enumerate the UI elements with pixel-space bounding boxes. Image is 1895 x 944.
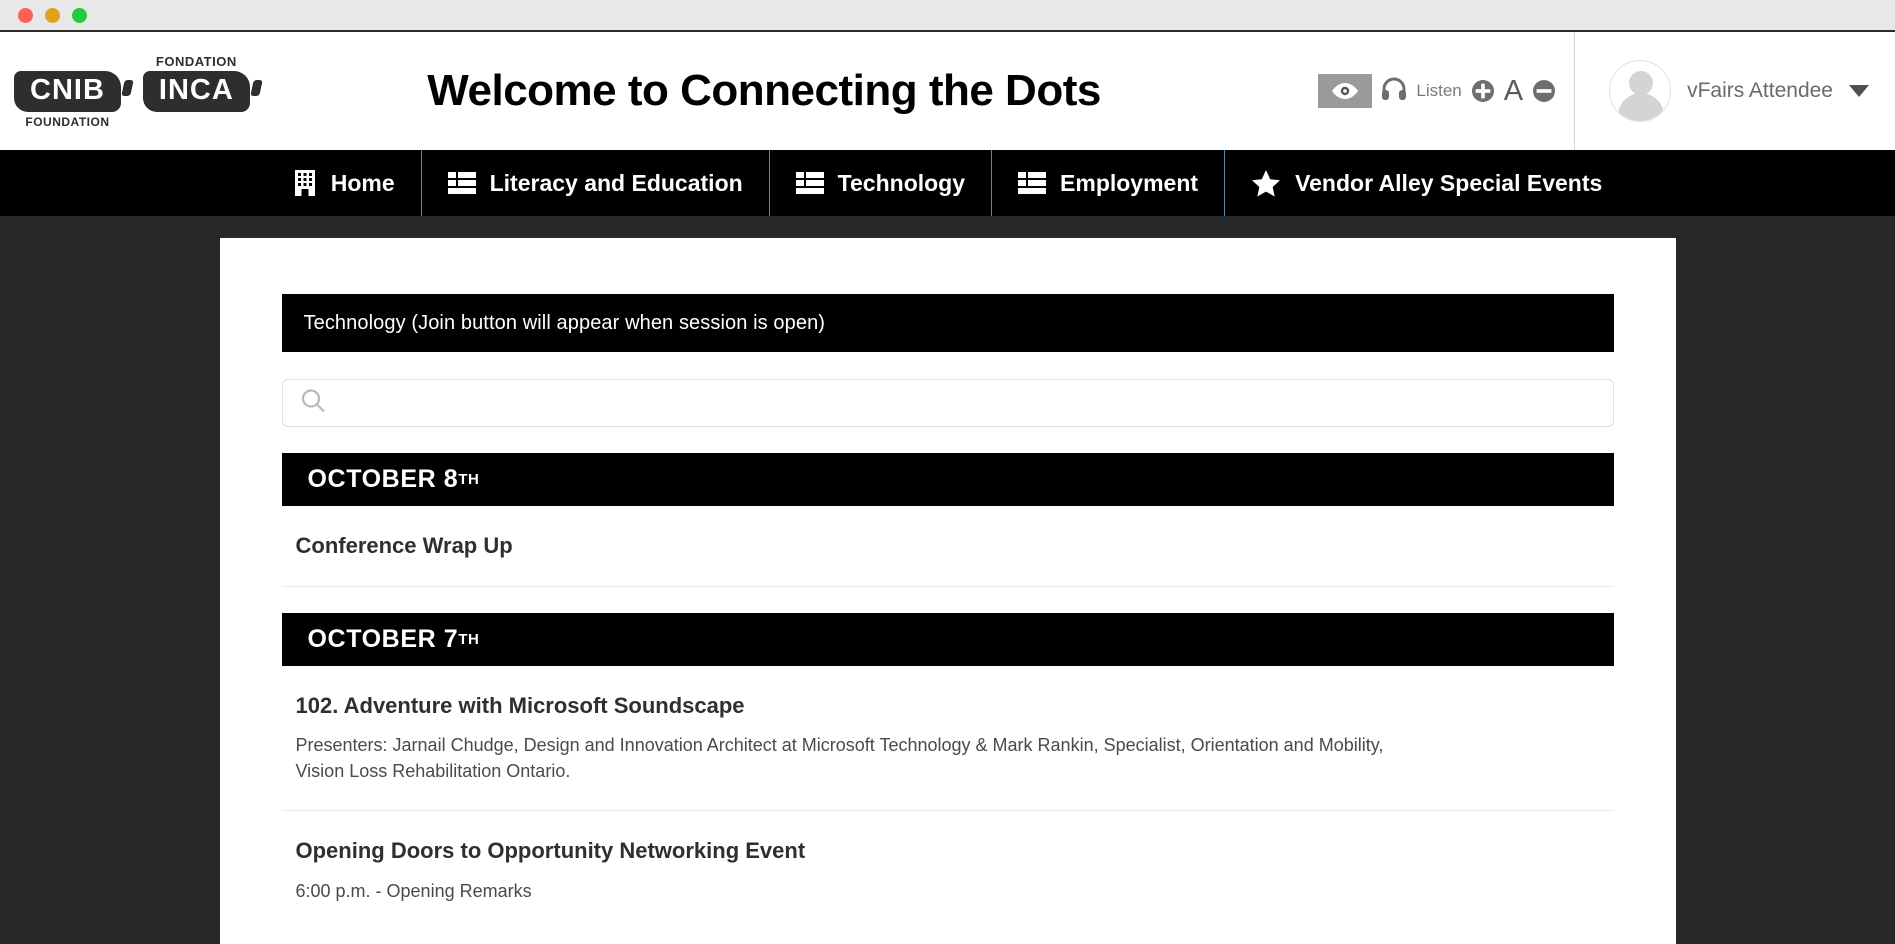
- minus-circle-icon[interactable]: [1532, 79, 1556, 103]
- nav-item-home[interactable]: Home: [267, 150, 421, 216]
- session-item[interactable]: Opening Doors to Opportunity Networking …: [282, 811, 1614, 930]
- browser-titlebar: [0, 0, 1895, 32]
- day-label: OCTOBER 8: [308, 465, 459, 494]
- session-title: Conference Wrap Up: [296, 532, 1600, 560]
- nav-item-label: Technology: [838, 170, 965, 197]
- day-label: OCTOBER 7: [308, 625, 459, 654]
- nav-item-technology[interactable]: Technology: [769, 150, 991, 216]
- listen-label[interactable]: Listen: [1416, 81, 1461, 101]
- day-ordinal-suffix: TH: [458, 471, 479, 488]
- font-size-letter[interactable]: A: [1504, 77, 1523, 106]
- chevron-down-icon[interactable]: [1849, 85, 1869, 97]
- list-icon: [448, 171, 476, 195]
- building-icon: [293, 169, 317, 197]
- inca-fondation-logo[interactable]: FONDATION INCA: [143, 54, 250, 112]
- list-icon: [1018, 171, 1046, 195]
- content-card: Technology (Join button will appear when…: [220, 238, 1676, 944]
- inca-logo-supertitle: FONDATION: [156, 54, 237, 69]
- nav-item-label: Home: [331, 170, 395, 197]
- eye-icon[interactable]: [1318, 74, 1372, 108]
- inca-logo-mark: INCA: [143, 71, 250, 112]
- section-header-technology: Technology (Join button will appear when…: [282, 294, 1614, 352]
- session-title: Opening Doors to Opportunity Networking …: [296, 837, 1600, 865]
- session-title: 102. Adventure with Microsoft Soundscape: [296, 692, 1600, 720]
- site-header: CNIB FOUNDATION FONDATION INCA Welcome t…: [0, 32, 1895, 150]
- search-input[interactable]: [282, 379, 1614, 427]
- page-title: Welcome to Connecting the Dots: [250, 66, 1319, 116]
- search-container: [282, 379, 1614, 427]
- day-header-october-8: OCTOBER 8TH: [282, 453, 1614, 506]
- user-name: vFairs Attendee: [1687, 79, 1833, 103]
- list-icon: [796, 171, 824, 195]
- nav-item-employment[interactable]: Employment: [991, 150, 1224, 216]
- nav-item-literacy-and-education[interactable]: Literacy and Education: [421, 150, 769, 216]
- minimize-window-button[interactable]: [45, 8, 60, 23]
- session-description: 6:00 p.m. - Opening Remarks: [296, 878, 1426, 904]
- user-menu[interactable]: vFairs Attendee: [1574, 32, 1895, 150]
- nav-item-label: Literacy and Education: [490, 170, 743, 197]
- avatar: [1609, 60, 1671, 122]
- session-item[interactable]: Conference Wrap Up: [282, 506, 1614, 587]
- day-ordinal-suffix: TH: [458, 631, 479, 648]
- session-item[interactable]: 102. Adventure with Microsoft Soundscape…: [282, 666, 1614, 812]
- nav-item-vendor-alley-special-events[interactable]: Vendor Alley Special Events: [1224, 150, 1628, 216]
- nav-item-label: Employment: [1060, 170, 1198, 197]
- day-header-october-7: OCTOBER 7TH: [282, 613, 1614, 666]
- accessibility-toolbar: Listen A: [1318, 74, 1574, 108]
- nav-item-label: Vendor Alley Special Events: [1295, 170, 1602, 197]
- close-window-button[interactable]: [18, 8, 33, 23]
- cnib-logo-subtitle: FOUNDATION: [25, 115, 109, 129]
- page-background: Technology (Join button will appear when…: [0, 216, 1895, 944]
- star-icon: [1251, 169, 1281, 197]
- cnib-logo-mark: CNIB: [14, 71, 121, 112]
- cnib-foundation-logo[interactable]: CNIB FOUNDATION: [14, 54, 121, 129]
- session-description: Presenters: Jarnail Chudge, Design and I…: [296, 732, 1426, 784]
- main-navigation: Home Literacy and Education: [0, 150, 1895, 216]
- logo-group: CNIB FOUNDATION FONDATION INCA: [0, 54, 250, 129]
- maximize-window-button[interactable]: [72, 8, 87, 23]
- headphones-icon[interactable]: [1381, 77, 1407, 106]
- plus-circle-icon[interactable]: [1471, 79, 1495, 103]
